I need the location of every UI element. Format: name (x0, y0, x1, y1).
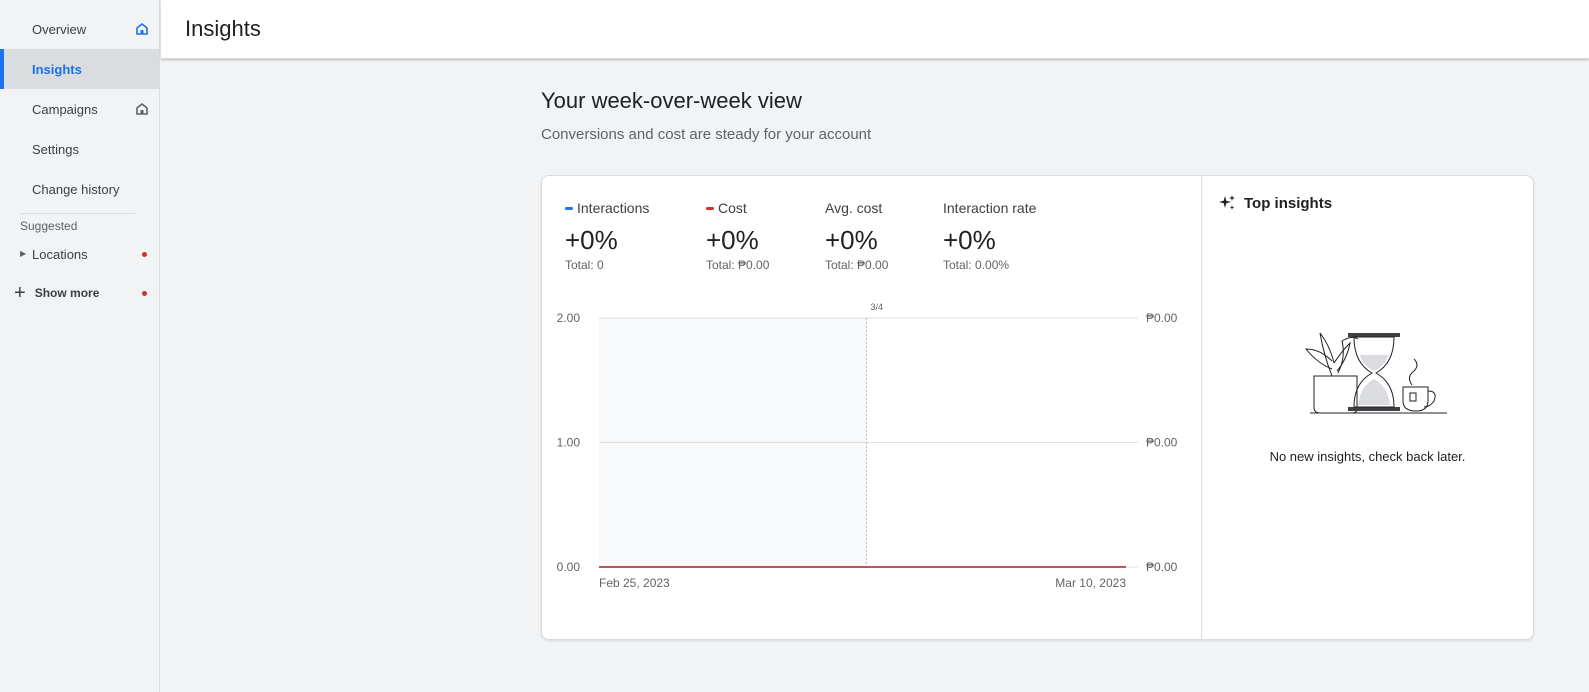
home-icon (136, 22, 148, 35)
sidebar-item-overview[interactable]: Overview (0, 9, 160, 49)
sidebar-item-label: Settings (32, 141, 79, 157)
suggested-label: Suggested (20, 219, 78, 233)
x-tick-label: Mar 10, 2023 (1055, 576, 1126, 590)
y-tick-label-right: ₱0.00 (1146, 560, 1178, 574)
metric-total: Total: 0 (565, 258, 604, 272)
sidebar-item-label: Locations (32, 246, 88, 262)
sidebar-item-change-history[interactable]: Change history (0, 169, 160, 209)
plus-icon: + (14, 282, 26, 304)
section-subheading: Conversions and cost are steady for your… (541, 126, 872, 143)
y-tick-label-left: 0.00 (557, 560, 581, 574)
sidebar-item-label: Insights (32, 61, 82, 77)
line-chart[interactable]: 2.00 ₱0.00 1.00 ₱0.00 0.00 ₱0.00 3/4 Feb 25, 20… (542, 296, 1201, 606)
y-tick-label-left: 1.00 (557, 436, 581, 450)
sidebar-item-label: Overview (32, 21, 87, 37)
metric-total: Total: 0.00% (943, 258, 1010, 272)
metric-value: +0% (565, 225, 618, 255)
notification-dot (142, 291, 147, 296)
metric-cost[interactable]: Cost +0% Total: ₱0.00 (706, 200, 769, 272)
metric-label: Cost (718, 200, 747, 216)
metric-label: Avg. cost (825, 200, 883, 216)
empty-insights-message: No new insights, check back later. (1269, 449, 1466, 464)
y-tick-label-right: ₱0.00 (1146, 436, 1178, 450)
metric-label: Interaction rate (943, 200, 1037, 216)
metric-label: Interactions (577, 200, 650, 216)
metric-total: Total: ₱0.00 (825, 258, 889, 272)
legend-swatch (706, 206, 714, 210)
metric-interactions[interactable]: Interactions +0% Total: 0 (565, 200, 649, 272)
section-heading: Your week-over-week view (541, 88, 802, 113)
metric-value: +0% (706, 225, 759, 255)
sidebar-item-label: Change history (32, 181, 120, 197)
y-tick-label-right: ₱0.00 (1146, 311, 1178, 325)
top-bar: Insights (161, 0, 1589, 59)
sparkle-icon (1219, 195, 1235, 210)
home-icon (136, 102, 148, 115)
metric-value: +0% (825, 225, 878, 255)
top-insights-label: Top insights (1244, 194, 1333, 212)
sidebar-item-settings[interactable]: Settings (0, 129, 160, 169)
insights-card: Interactions +0% Total: 0 Cost +0% Total… (541, 175, 1534, 640)
y-tick-label-left: 2.00 (557, 311, 581, 325)
metric-value: +0% (943, 225, 996, 255)
metric-interaction-rate[interactable]: Interaction rate +0% Total: 0.00% (943, 200, 1036, 272)
card-divider (1201, 176, 1202, 639)
x-tick-label: Feb 25, 2023 (599, 576, 670, 590)
show-more-label: Show more (34, 286, 100, 300)
hourglass-illustration (1304, 332, 1447, 414)
sidebar-divider (20, 213, 135, 214)
sidebar-item-label: Campaigns (32, 101, 98, 117)
chart-svg: 2.00 ₱0.00 1.00 ₱0.00 0.00 ₱0.00 3/4 Feb 25, 20… (557, 302, 1178, 590)
page-title: Insights (185, 16, 261, 41)
notification-dot (142, 252, 147, 257)
metric-total: Total: ₱0.00 (706, 258, 770, 272)
date-marker-label: 3/4 (871, 302, 884, 312)
sidebar-item-insights[interactable]: Insights (0, 49, 160, 89)
metric-avg-cost[interactable]: Avg. cost +0% Total: ₱0.00 (825, 200, 888, 272)
sidebar: Overview Insights Campaigns Settings Cha… (0, 0, 160, 692)
legend-swatch (565, 206, 573, 210)
sidebar-item-campaigns[interactable]: Campaigns (0, 89, 160, 129)
show-more-button[interactable]: + Show more (14, 283, 99, 303)
top-insights-title: Top insights (1218, 194, 1332, 212)
sidebar-item-locations[interactable]: Locations (0, 234, 160, 274)
